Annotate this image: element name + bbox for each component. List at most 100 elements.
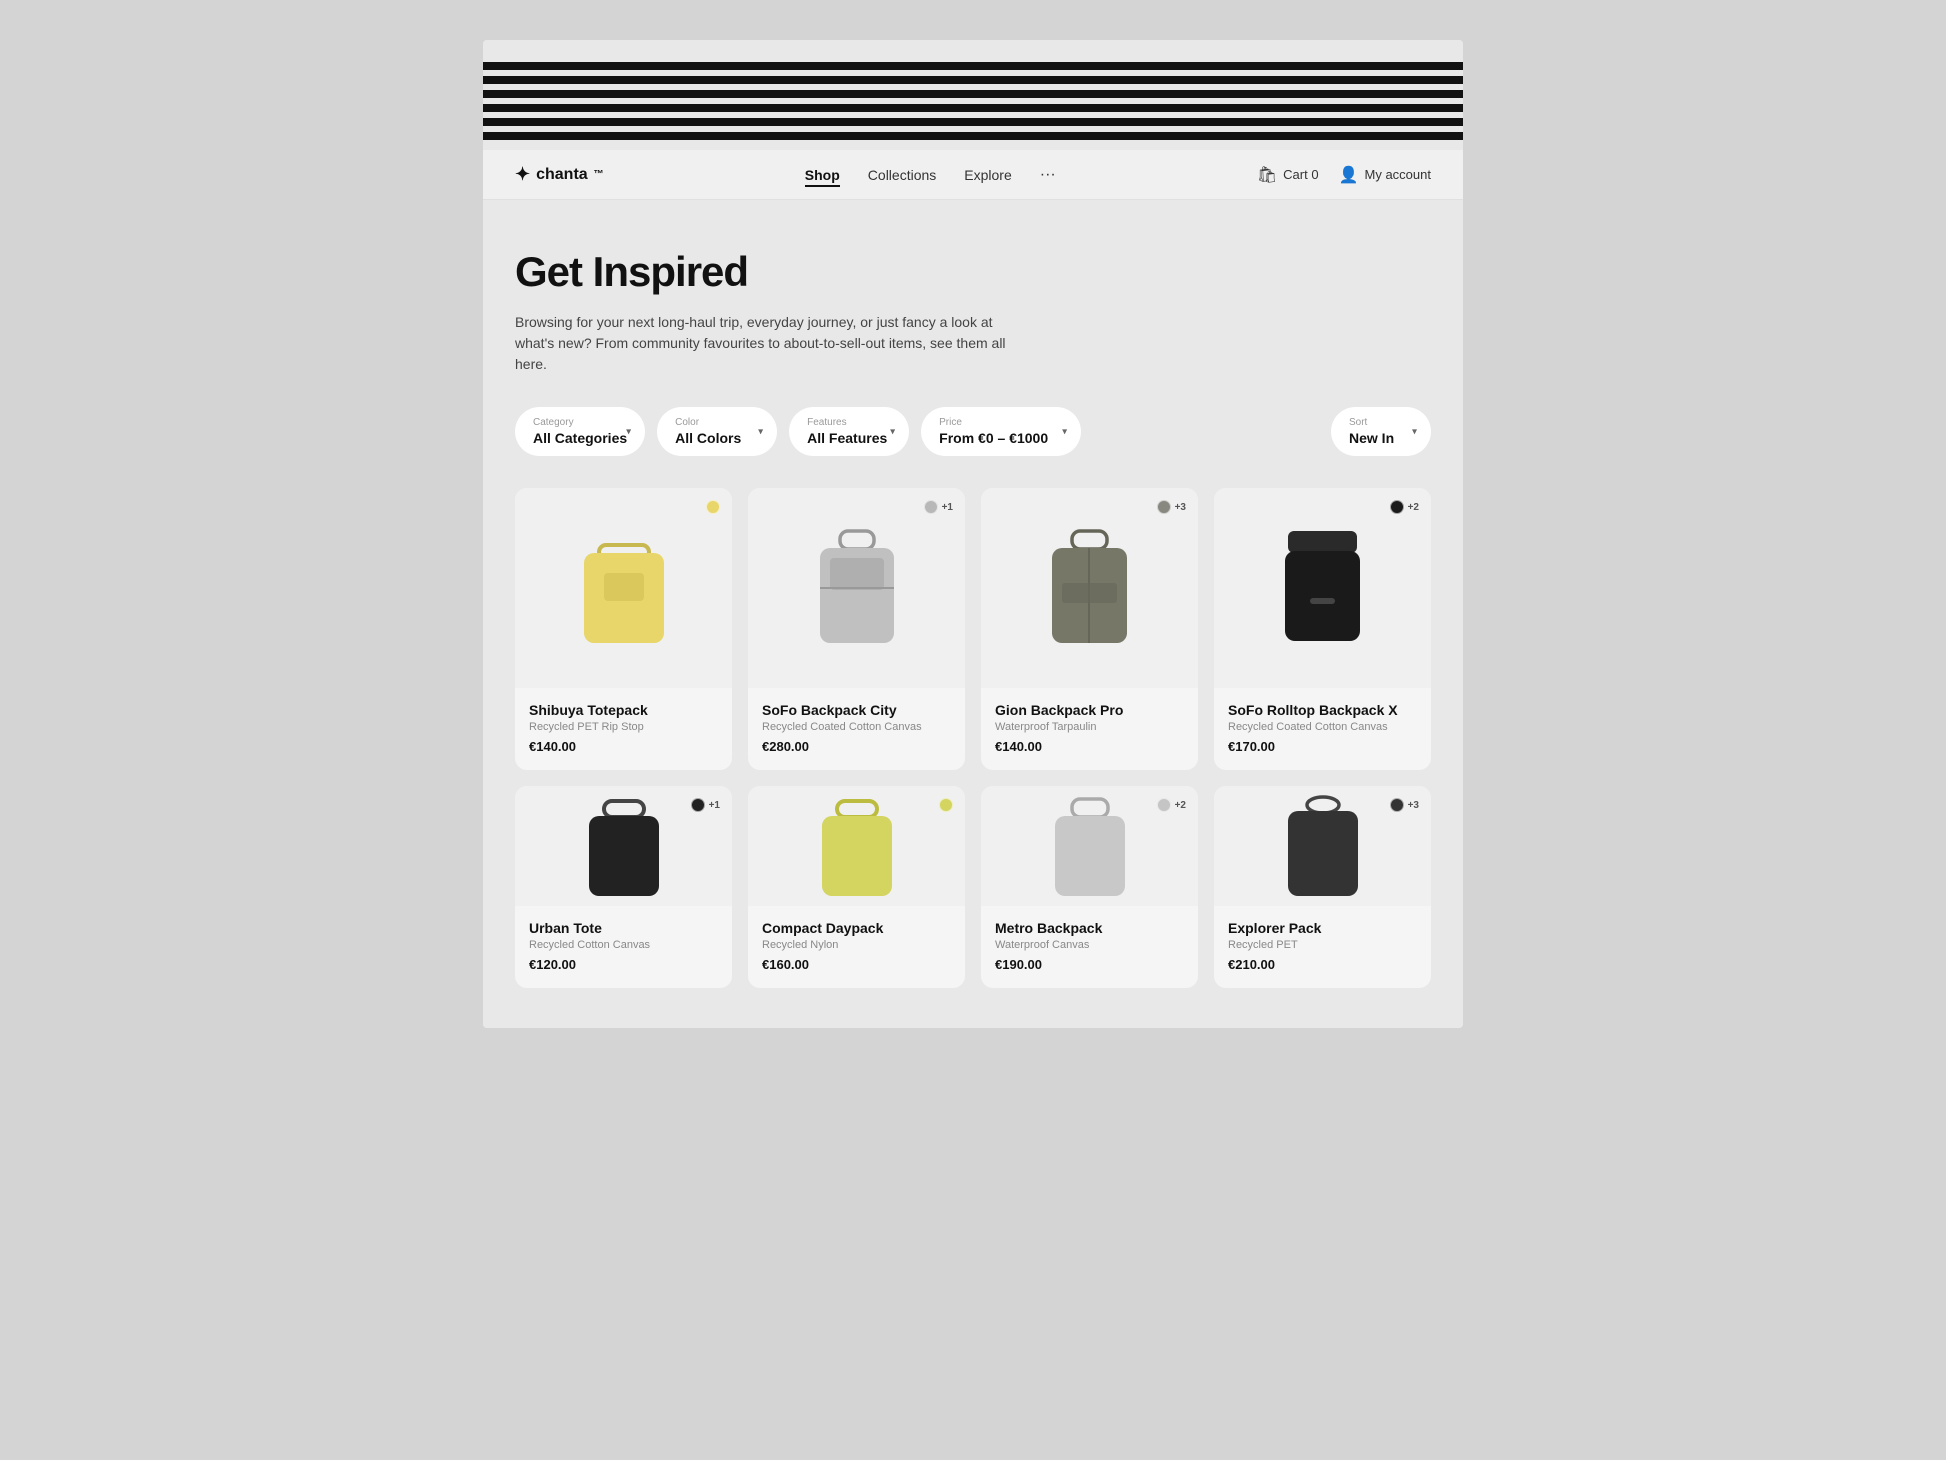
sort-filter[interactable]: Sort New In ▾: [1331, 407, 1431, 456]
product-price-2: €280.00: [762, 739, 951, 754]
cart-button[interactable]: 🛍 Cart 0: [1257, 165, 1319, 185]
product-price-1: €140.00: [529, 739, 718, 754]
product-image-2: +1: [748, 488, 965, 688]
bag-svg-3: [1047, 523, 1132, 653]
product-image-1: [515, 488, 732, 688]
account-icon: 👤: [1339, 165, 1359, 185]
features-filter-label: Features: [807, 417, 846, 428]
product-card-7[interactable]: +2 Metro Backpack Waterproof Canvas €190…: [981, 786, 1198, 988]
stripe-4: [483, 104, 1463, 112]
page-title: Get Inspired: [515, 248, 1431, 296]
sort-filter-value: New In: [1349, 430, 1394, 446]
price-filter-value: From €0 – €1000: [939, 430, 1048, 446]
page-wrapper: ✦ chanta™ Shop Collections Explore ··· 🛍…: [0, 0, 1946, 1068]
swatch-extra-3: +3: [1175, 502, 1186, 513]
product-image-4: +2: [1214, 488, 1431, 688]
product-material-8: Recycled PET: [1228, 939, 1417, 951]
page-subtitle: Browsing for your next long-haul trip, e…: [515, 312, 1035, 375]
bag-svg-7: [1050, 791, 1130, 901]
navbar: ✦ chanta™ Shop Collections Explore ··· 🛍…: [483, 150, 1463, 200]
account-button[interactable]: 👤 My account: [1339, 165, 1431, 185]
category-filter[interactable]: Category All Categories ▾: [515, 407, 645, 456]
color-filter-value: All Colors: [675, 430, 741, 446]
page-frame: ✦ chanta™ Shop Collections Explore ··· 🛍…: [483, 40, 1463, 1028]
product-image-3: +3: [981, 488, 1198, 688]
logo-icon: ✦: [515, 164, 530, 185]
price-filter-arrow: ▾: [1062, 426, 1067, 437]
sort-filter-arrow: ▾: [1412, 426, 1417, 437]
brand-name: chanta: [536, 166, 588, 184]
product-material-5: Recycled Cotton Canvas: [529, 939, 718, 951]
product-material-6: Recycled Nylon: [762, 939, 951, 951]
color-swatch-8: +3: [1390, 798, 1419, 812]
product-name-8: Explorer Pack: [1228, 920, 1417, 936]
stripe-1: [483, 62, 1463, 70]
category-filter-label: Category: [533, 417, 574, 428]
logo[interactable]: ✦ chanta™: [515, 164, 604, 185]
product-info-6: Compact Daypack Recycled Nylon €160.00: [748, 906, 965, 988]
nav-shop[interactable]: Shop: [805, 167, 840, 183]
cart-label: Cart 0: [1283, 167, 1318, 182]
cart-icon: 🛍: [1257, 165, 1277, 185]
product-info-5: Urban Tote Recycled Cotton Canvas €120.0…: [515, 906, 732, 988]
stripe-5: [483, 118, 1463, 126]
product-name-3: Gion Backpack Pro: [995, 702, 1184, 718]
swatch-dot-6: [939, 798, 953, 812]
product-card-1[interactable]: Shibuya Totepack Recycled PET Rip Stop €…: [515, 488, 732, 770]
features-filter-value: All Features: [807, 430, 887, 446]
swatch-extra-2: +1: [942, 502, 953, 513]
product-info-8: Explorer Pack Recycled PET €210.00: [1214, 906, 1431, 988]
stripe-2: [483, 76, 1463, 84]
product-info-1: Shibuya Totepack Recycled PET Rip Stop €…: [515, 688, 732, 770]
swatch-dot-4: [1390, 500, 1404, 514]
nav-center: Shop Collections Explore ···: [805, 166, 1056, 184]
stripe-6: [483, 132, 1463, 140]
product-price-3: €140.00: [995, 739, 1184, 754]
product-info-7: Metro Backpack Waterproof Canvas €190.00: [981, 906, 1198, 988]
product-grid: Shibuya Totepack Recycled PET Rip Stop €…: [515, 488, 1431, 988]
product-material-4: Recycled Coated Cotton Canvas: [1228, 721, 1417, 733]
features-filter-arrow: ▾: [890, 426, 895, 437]
product-image-8: +3: [1214, 786, 1431, 906]
bag-svg-1: [579, 523, 669, 653]
bag-svg-4: [1280, 523, 1365, 653]
stripe-banner: [483, 40, 1463, 150]
price-filter[interactable]: Price From €0 – €1000 ▾: [921, 407, 1081, 456]
nav-more[interactable]: ···: [1040, 166, 1056, 184]
swatch-extra-7: +2: [1175, 800, 1186, 811]
bag-svg-2: [812, 523, 902, 653]
product-name-7: Metro Backpack: [995, 920, 1184, 936]
filter-bar: Category All Categories ▾ Color All Colo…: [515, 407, 1431, 456]
category-filter-arrow: ▾: [626, 426, 631, 437]
product-price-5: €120.00: [529, 957, 718, 972]
color-swatch-2: +1: [924, 500, 953, 514]
product-material-2: Recycled Coated Cotton Canvas: [762, 721, 951, 733]
product-material-1: Recycled PET Rip Stop: [529, 721, 718, 733]
color-filter-label: Color: [675, 417, 699, 428]
color-filter[interactable]: Color All Colors ▾: [657, 407, 777, 456]
features-filter[interactable]: Features All Features ▾: [789, 407, 909, 456]
product-card-5[interactable]: +1 Urban Tote Recycled Cotton Canvas €12…: [515, 786, 732, 988]
price-filter-label: Price: [939, 417, 962, 428]
product-info-4: SoFo Rolltop Backpack X Recycled Coated …: [1214, 688, 1431, 770]
color-swatch-4: +2: [1390, 500, 1419, 514]
bag-svg-6: [817, 791, 897, 901]
product-card-3[interactable]: +3 Gion Backpack Pro Waterproof Tarpauli…: [981, 488, 1198, 770]
swatch-dot-8: [1390, 798, 1404, 812]
product-card-8[interactable]: +3 Explorer Pack Recycled PET €210.00: [1214, 786, 1431, 988]
product-price-7: €190.00: [995, 957, 1184, 972]
sort-filter-label: Sort: [1349, 417, 1367, 428]
product-card-2[interactable]: +1 SoFo Backpack City Recycled Coated Co…: [748, 488, 965, 770]
nav-collections[interactable]: Collections: [868, 167, 936, 183]
product-card-6[interactable]: Compact Daypack Recycled Nylon €160.00: [748, 786, 965, 988]
nav-right: 🛍 Cart 0 👤 My account: [1257, 165, 1431, 185]
account-label: My account: [1365, 167, 1431, 182]
swatch-extra-8: +3: [1408, 800, 1419, 811]
product-name-4: SoFo Rolltop Backpack X: [1228, 702, 1417, 718]
main-content: Get Inspired Browsing for your next long…: [483, 200, 1463, 1028]
color-swatch-3: +3: [1157, 500, 1186, 514]
product-card-4[interactable]: +2 SoFo Rolltop Backpack X Recycled Coat…: [1214, 488, 1431, 770]
nav-explore[interactable]: Explore: [964, 167, 1011, 183]
product-image-6: [748, 786, 965, 906]
product-material-3: Waterproof Tarpaulin: [995, 721, 1184, 733]
